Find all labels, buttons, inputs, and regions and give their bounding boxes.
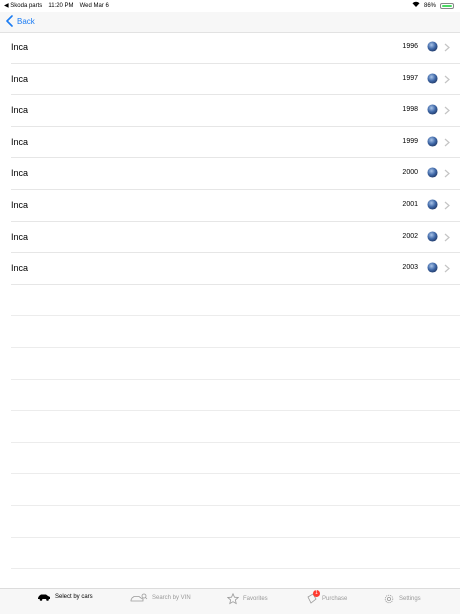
model-year: 2000 (402, 169, 418, 177)
tab-settings[interactable]: Settings (383, 593, 421, 605)
model-year: 2002 (402, 232, 418, 240)
model-year: 1998 (402, 106, 418, 114)
tab-favorites[interactable]: Favorites (227, 593, 268, 605)
list-item[interactable]: Inca 1999 (0, 127, 460, 159)
status-bar: ◀ Skoda parts 11:20 PM Wed Mar 6 86% (0, 0, 460, 12)
tab-label: Purchase (322, 596, 348, 602)
empty-row (0, 285, 460, 317)
car-icon (38, 594, 50, 601)
model-name: Inca (11, 199, 29, 210)
model-year: 1999 (402, 137, 418, 145)
globe-icon (427, 104, 438, 115)
status-time: 11:20 PM (48, 3, 74, 9)
empty-row (0, 348, 460, 380)
model-year: 2003 (402, 264, 418, 272)
empty-row (0, 380, 460, 412)
globe-icon (427, 136, 438, 147)
purchase-icon: 1 (306, 590, 320, 605)
list-item[interactable]: Inca 2003 (0, 253, 460, 285)
tab-label: Favorites (243, 596, 268, 602)
model-year: 1996 (402, 43, 418, 50)
model-year: 2001 (402, 200, 418, 208)
tab-label: Search by VIN (152, 595, 191, 601)
globe-icon (427, 41, 438, 52)
chevron-right-icon (444, 106, 450, 115)
model-name: Inca (11, 231, 29, 242)
chevron-right-icon (444, 138, 450, 147)
list-item[interactable]: Inca 2001 (0, 190, 460, 222)
chevron-right-icon (444, 75, 450, 84)
model-name: Inca (11, 73, 29, 84)
chevron-right-icon (444, 201, 450, 210)
model-year: 1997 (402, 74, 418, 82)
model-name: Inca (11, 42, 29, 52)
list-item[interactable]: Inca 1998 (0, 95, 460, 127)
globe-icon (427, 73, 438, 84)
empty-row (0, 316, 460, 348)
globe-icon (427, 262, 438, 273)
battery-icon (440, 3, 454, 9)
empty-row (0, 474, 460, 506)
back-button[interactable]: Back (5, 15, 35, 27)
model-name: Inca (11, 105, 29, 116)
purchase-badge: 1 (313, 590, 320, 597)
status-date: Wed Mar 6 (79, 3, 109, 9)
chevron-right-icon (444, 43, 450, 52)
empty-row (0, 506, 460, 538)
wifi-icon (412, 0, 420, 12)
chevron-right-icon (444, 264, 450, 273)
empty-row (0, 443, 460, 475)
globe-icon (427, 199, 438, 210)
tab-label: Settings (399, 596, 421, 602)
list-item[interactable]: Inca 2000 (0, 158, 460, 190)
list-item[interactable]: Inca 1996 (0, 32, 460, 64)
list-item[interactable]: Inca 2002 (0, 222, 460, 254)
tab-label: Select by cars (55, 594, 93, 600)
tab-search-by-vin[interactable]: Search by VIN (130, 593, 191, 603)
back-label: Back (17, 16, 35, 26)
vin-search-icon (130, 593, 148, 602)
gear-icon (384, 594, 394, 604)
chevron-right-icon (444, 233, 450, 242)
model-name: Inca (11, 168, 29, 179)
model-name: Inca (11, 263, 29, 274)
model-name: Inca (11, 136, 29, 147)
empty-row (0, 411, 460, 443)
tab-bar: Select by cars Search by VIN Favorites 1… (0, 588, 460, 614)
star-icon (227, 593, 239, 605)
chevron-right-icon (444, 169, 450, 178)
globe-icon (427, 231, 438, 242)
navigation-bar: Back (0, 12, 460, 33)
tab-select-by-cars[interactable]: Select by cars (37, 593, 93, 601)
tab-purchase[interactable]: 1 Purchase (306, 590, 348, 605)
list-item[interactable]: Inca 1997 (0, 64, 460, 96)
battery-percent: 86% (423, 3, 436, 9)
model-year-list: Inca 1996 Inca 1997 Inca 1998 Inca 1999 … (0, 32, 460, 569)
back-to-app-link[interactable]: ◀ Skoda parts (4, 0, 42, 12)
chevron-left-icon (6, 15, 13, 27)
globe-icon (427, 167, 438, 178)
empty-row (0, 538, 460, 570)
